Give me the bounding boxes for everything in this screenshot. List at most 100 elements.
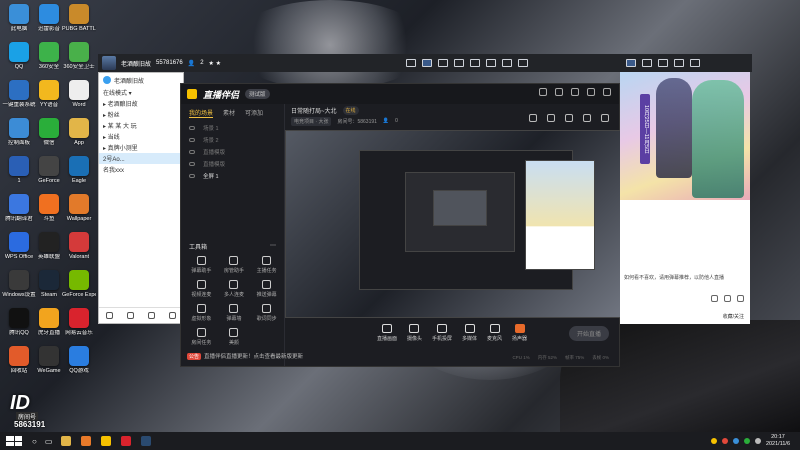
eye-icon[interactable] [189, 150, 195, 154]
source-button[interactable]: 扬声器 [512, 324, 527, 342]
scene-item[interactable]: 场景 1 [181, 122, 284, 134]
more-icon[interactable]: ⋯ [270, 242, 276, 251]
lock-icon[interactable] [529, 114, 537, 122]
qq-list-item[interactable]: ▸ 粉丝 [99, 109, 183, 120]
room-category[interactable]: 电竞项目 · 大张 [291, 116, 332, 126]
desktop-icon[interactable]: 腾讯翻译君 [4, 194, 34, 228]
desktop-icon[interactable]: App [64, 118, 94, 152]
menu-icon[interactable] [106, 312, 113, 319]
live-companion-icon[interactable] [101, 436, 112, 446]
desktop-icon[interactable]: WeGame [34, 346, 64, 380]
scene-item[interactable]: 全屏 1 [181, 170, 284, 182]
tv-icon[interactable] [674, 59, 684, 67]
desktop-icon[interactable]: 斗鱼 [34, 194, 64, 228]
search-icon[interactable]: ○ [32, 437, 37, 446]
desktop-icon[interactable]: 控制面板 [4, 118, 34, 152]
reply-icon[interactable] [711, 295, 718, 302]
qq-list-item[interactable]: ▸ 某 某 大 玩 [99, 120, 183, 131]
grid-icon[interactable] [169, 312, 176, 319]
source-button[interactable]: 手机投屏 [432, 324, 452, 342]
netease-icon[interactable] [121, 436, 132, 446]
menu-icon[interactable] [571, 88, 579, 96]
desktop-icon[interactable]: GeForce [34, 156, 64, 190]
tool-item[interactable]: 主播任务 [250, 256, 283, 274]
desktop-icon[interactable]: 一键重装系统 [2, 80, 36, 114]
desktop-icon[interactable]: QQ [4, 42, 34, 76]
qq-list-item[interactable]: 名我xxx [99, 164, 183, 175]
desktop-icon[interactable]: 1 [4, 156, 34, 190]
desktop-icon[interactable]: 360安全 [34, 42, 64, 76]
desktop-icon[interactable]: PUBG BATTLEGR... [62, 4, 96, 38]
qq-list-item[interactable]: ▸ 真牌小测里 [99, 142, 183, 153]
tv-icon[interactable] [486, 59, 496, 67]
desktop-icon[interactable]: Eagle [64, 156, 94, 190]
gift-icon[interactable] [502, 59, 512, 67]
start-icon[interactable] [6, 436, 22, 446]
desktop-icon[interactable]: 回收站 [4, 346, 34, 380]
desktop-icon[interactable]: QQ游戏 [64, 346, 94, 380]
grid-icon[interactable] [438, 59, 448, 67]
qq-list-item[interactable]: ▸ 老酒酿旧故 [99, 98, 183, 109]
qq-list-item[interactable]: ▸ 当线 [99, 131, 183, 142]
controller-icon[interactable] [470, 59, 480, 67]
task-view-icon[interactable]: ▭ [45, 437, 53, 446]
desktop-icon[interactable]: Steam [34, 270, 64, 304]
chat-icon[interactable] [724, 295, 731, 302]
settings-icon[interactable] [583, 114, 591, 122]
mic-icon[interactable] [127, 312, 134, 319]
home-icon[interactable] [626, 59, 636, 67]
desktop-icon[interactable]: 英雄联盟 [34, 232, 64, 266]
desktop-icon[interactable]: Word [64, 80, 94, 114]
minimize-icon[interactable] [587, 88, 595, 96]
tool-item[interactable]: 房管助手 [218, 256, 251, 274]
browser-icon[interactable] [81, 436, 92, 446]
eye-icon[interactable] [189, 126, 195, 130]
desktop-icon[interactable]: 微信 [34, 118, 64, 152]
eye-icon[interactable] [189, 174, 195, 178]
source-button[interactable]: 多媒体 [462, 324, 477, 342]
gift-icon[interactable] [690, 59, 700, 67]
source-button[interactable]: 摄像头 [407, 324, 422, 342]
tool-item[interactable]: 推送弹幕 [250, 280, 283, 298]
mail-icon[interactable] [555, 88, 563, 96]
desktop-icon[interactable]: 360安全卫士 [63, 42, 95, 76]
scene-item[interactable]: 直播模版 [181, 146, 284, 158]
mic-icon[interactable] [737, 295, 744, 302]
monitor-icon[interactable] [406, 59, 416, 67]
desktop-icon[interactable]: WPS Office [4, 232, 34, 266]
tab-1[interactable]: 素材 [223, 108, 235, 118]
qq-list-item[interactable]: 2号Ao... [99, 153, 183, 164]
home-icon[interactable] [422, 59, 432, 67]
tool-item[interactable]: 弹幕助手 [185, 256, 218, 274]
layers-icon[interactable] [547, 114, 555, 122]
folder-icon[interactable] [61, 436, 72, 446]
scene-item[interactable]: 场景 2 [181, 134, 284, 146]
tab-2[interactable]: 可添加 [245, 108, 263, 118]
desktop-icon[interactable]: YY语音 [34, 80, 64, 114]
copy-icon[interactable] [565, 114, 573, 122]
desktop-icon[interactable]: Windows设置 [2, 270, 36, 304]
start-live-button[interactable]: 开始直播 [568, 326, 609, 341]
tool-item[interactable]: 弹幕墙 [218, 304, 251, 322]
close-icon[interactable] [603, 88, 611, 96]
gamepad-icon[interactable] [658, 59, 668, 67]
qq-avatar[interactable] [103, 76, 111, 84]
desktop-icon[interactable]: Valorant [64, 232, 94, 266]
source-button[interactable]: 麦克风 [487, 324, 502, 342]
eye-icon[interactable] [189, 138, 195, 142]
desktop-icon[interactable]: Wallpaper [64, 194, 94, 228]
desktop-icon[interactable]: 虎牙直播 [34, 308, 64, 342]
avatar-icon[interactable] [539, 88, 547, 96]
tray-app-icon[interactable] [732, 438, 739, 444]
tray-app-icon[interactable] [721, 438, 728, 444]
avatar[interactable] [102, 56, 116, 70]
desktop-icon[interactable]: GeForce Experience [62, 270, 96, 304]
share-icon[interactable] [601, 114, 609, 122]
page-footer[interactable]: 收藏/关注 [723, 313, 744, 320]
eye-icon[interactable] [189, 162, 195, 166]
desktop-icon[interactable]: 腾讯QQ [4, 308, 34, 342]
tool-item[interactable]: 多人连麦 [218, 280, 251, 298]
stream-preview[interactable] [285, 130, 621, 318]
grid-icon[interactable] [642, 59, 652, 67]
room-title[interactable]: 日常随打局~大北 [291, 106, 337, 115]
